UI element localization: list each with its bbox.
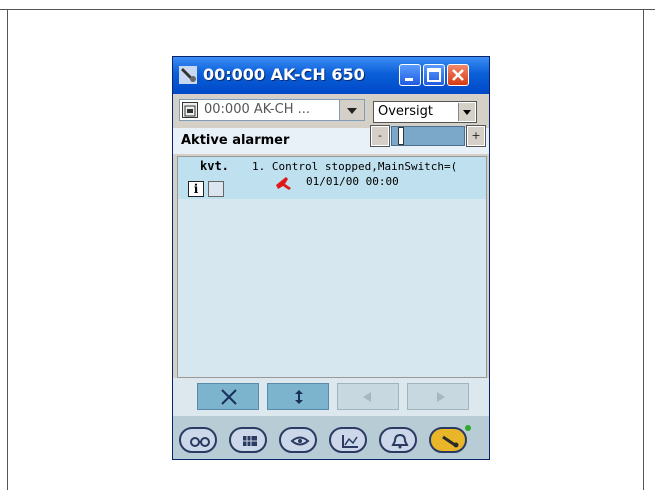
alarm-description: 1. Control stopped,MainSwitch=( [252, 160, 458, 173]
bell-icon [276, 177, 291, 190]
eye-icon [290, 436, 310, 446]
minimize-button[interactable] [399, 64, 421, 86]
tab-alarms[interactable] [379, 427, 417, 453]
tab-table[interactable] [229, 427, 267, 453]
chevron-down-icon[interactable] [339, 100, 364, 120]
view-selector[interactable]: Oversigt [373, 101, 477, 123]
zoom-control: - + [370, 124, 487, 150]
title-bar[interactable]: 00:000 AK-CH 650 [173, 57, 489, 94]
close-window-button[interactable] [447, 64, 469, 86]
tab-overview[interactable] [179, 427, 217, 453]
wrench-icon [442, 435, 459, 448]
previous-button[interactable] [337, 383, 399, 410]
refresh-icon [295, 390, 303, 404]
action-bar [173, 378, 489, 416]
bell-icon [391, 433, 409, 449]
panel-title: Aktive alarmer [181, 133, 290, 148]
arrow-left-icon [363, 392, 371, 402]
alarm-timestamp: 01/01/00 00:00 [306, 175, 399, 188]
info-button[interactable]: i [188, 181, 204, 197]
grid-icon [243, 436, 257, 446]
list-item[interactable]: kvt. 1. Control stopped,MainSwitch=( i 0… [178, 157, 486, 199]
outer-frame-left [7, 9, 8, 490]
status-led [465, 425, 471, 431]
chevron-down-icon[interactable] [458, 103, 475, 121]
arrow-right-icon [437, 392, 445, 402]
zoom-in-button[interactable]: + [466, 125, 486, 147]
zoom-slider-thumb[interactable] [398, 127, 404, 145]
maximize-button[interactable] [423, 64, 445, 86]
tab-graph[interactable] [329, 427, 367, 453]
close-icon [221, 389, 237, 405]
graph-icon [342, 435, 358, 448]
next-button[interactable] [407, 383, 469, 410]
view-selector-value: Oversigt [378, 104, 434, 119]
alarm-list: kvt. 1. Control stopped,MainSwitch=( i 0… [177, 156, 487, 378]
app-window: 00:000 AK-CH 650 00:000 AK-CH ... Oversi… [172, 56, 490, 460]
wrench-icon [179, 66, 197, 84]
bottom-tab-bar [173, 416, 489, 459]
acknowledge-checkbox[interactable] [208, 181, 224, 197]
acknowledge-label: kvt. [200, 159, 229, 173]
window-title: 00:000 AK-CH 650 [203, 65, 365, 84]
toolbar: 00:000 AK-CH ... Oversigt [173, 94, 489, 128]
outer-frame-right [643, 9, 644, 490]
zoom-out-button[interactable]: - [370, 125, 390, 147]
tab-view[interactable] [279, 427, 317, 453]
refresh-button[interactable] [267, 383, 329, 410]
outer-frame-top [0, 0, 655, 10]
zoom-slider[interactable] [391, 126, 465, 146]
glasses-icon [190, 437, 210, 447]
node-icon [182, 102, 198, 118]
node-selector[interactable]: 00:000 AK-CH ... [179, 99, 365, 121]
node-selector-value: 00:000 AK-CH ... [204, 102, 310, 117]
tab-service[interactable] [429, 427, 467, 453]
clear-button[interactable] [197, 383, 259, 410]
